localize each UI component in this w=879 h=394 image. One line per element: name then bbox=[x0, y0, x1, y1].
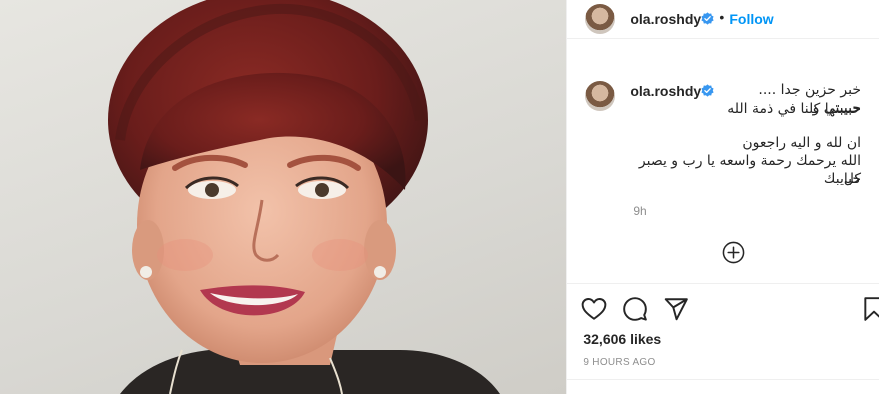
caption-line-5: حبايبك bbox=[823, 171, 861, 187]
caption-timestamp[interactable]: 9h bbox=[633, 204, 646, 218]
post-photo[interactable] bbox=[0, 0, 567, 394]
verified-badge-icon bbox=[701, 12, 714, 25]
avatar[interactable] bbox=[585, 4, 616, 34]
caption-avatar[interactable] bbox=[585, 81, 616, 111]
caption-username[interactable]: ola.roshdy bbox=[630, 83, 701, 99]
instagram-post: ola.roshdy • Follow ola.roshdy خبر حزين … bbox=[0, 0, 879, 394]
divider bbox=[567, 283, 879, 284]
caption-line-3: ان لله و اليه راجعون bbox=[742, 135, 861, 151]
caption-line-2: حبيبتها كلنا في ذمة الله bbox=[727, 101, 861, 117]
likes-count[interactable]: 32,606 likes bbox=[583, 331, 661, 347]
plus-circle-icon[interactable] bbox=[722, 241, 745, 264]
post-age[interactable]: 9 HOURS AGO bbox=[583, 357, 655, 368]
separator-dot: • bbox=[719, 9, 725, 25]
verified-badge-icon bbox=[701, 84, 714, 97]
header-username[interactable]: ola.roshdy bbox=[630, 11, 701, 27]
portrait-image bbox=[108, 0, 500, 394]
heart-icon[interactable] bbox=[581, 296, 607, 322]
post-side-panel: ola.roshdy • Follow ola.roshdy خبر حزين … bbox=[566, 0, 879, 394]
bookmark-icon[interactable] bbox=[861, 296, 879, 322]
follow-button[interactable]: Follow bbox=[729, 11, 773, 27]
comment-bubble-icon[interactable] bbox=[622, 296, 648, 322]
divider bbox=[567, 379, 879, 380]
post-header: ola.roshdy • Follow bbox=[567, 0, 879, 39]
paper-plane-icon[interactable] bbox=[663, 296, 689, 322]
